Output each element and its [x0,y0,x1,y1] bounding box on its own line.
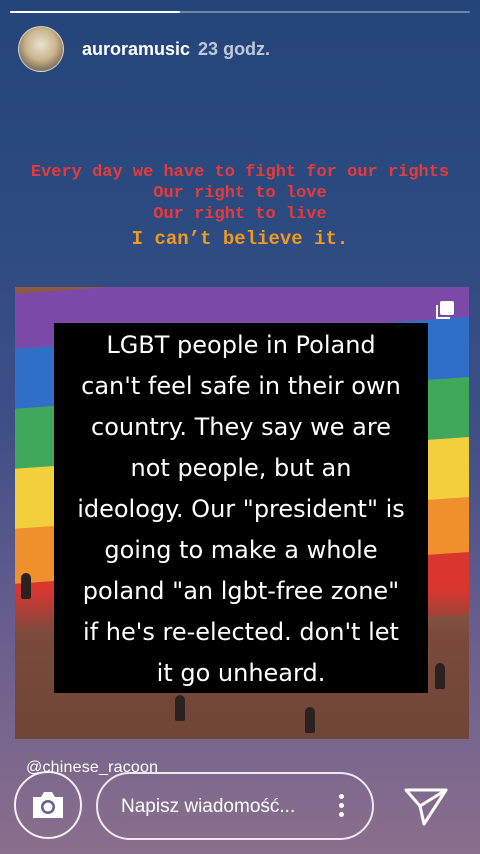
card-line: it go unheard. [156,658,326,687]
card-line: LGBT people in Poland [106,330,376,359]
card-line: country. They say we are [91,412,391,441]
send-icon[interactable] [402,784,450,828]
person-figure [175,695,185,721]
avatar[interactable] [18,26,64,72]
person-figure [435,663,445,689]
copy-icon [436,301,454,319]
card-line: if he's re-elected. don't let [83,617,399,646]
card-line: ideology. Our "president" is [77,494,405,523]
camera-button[interactable] [14,771,82,839]
story-photo: LGBT people in Poland can't feel safe in… [15,287,469,739]
story-progress-bar [10,11,470,13]
story-progress-fill [10,11,181,13]
card-line: going to make a whole [104,535,378,564]
caption-line: Our right to love [153,184,327,203]
story-caption-red: Every day we have to fight for our right… [0,162,480,225]
story-header: auroramusic 23 godz. [18,26,270,72]
username[interactable]: auroramusic [82,39,190,60]
post-time: 23 godz. [198,38,271,59]
person-figure [305,707,315,733]
message-placeholder: Napisz wiadomość... [121,796,296,817]
person-figure [21,573,31,599]
camera-icon [33,792,63,818]
card-line: poland "an lgbt-free zone" [82,576,400,605]
caption-line: Every day we have to fight for our right… [30,163,450,182]
story-caption-orange: I can’t believe it. [131,228,349,250]
card-line: can't feel safe in their own [81,371,401,400]
quote-card: LGBT people in Poland can't feel safe in… [54,323,428,693]
caption-line: Our right to live [153,205,327,224]
message-input[interactable]: Napisz wiadomość... [96,772,374,840]
card-line: not people, but an [130,453,352,482]
more-vertical-icon[interactable] [338,794,344,820]
